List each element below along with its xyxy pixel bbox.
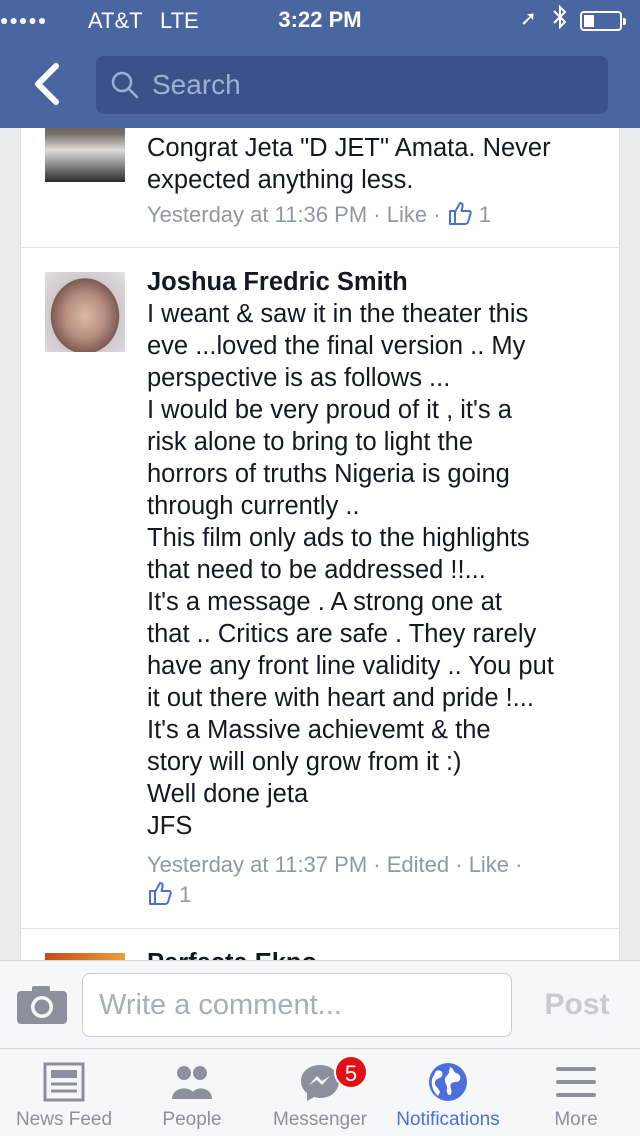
comment-composer: Post bbox=[0, 960, 640, 1048]
comment-text: Congrat Jeta "D JET" Amata. Never expect… bbox=[147, 134, 551, 194]
tab-label: Notifications bbox=[396, 1109, 500, 1130]
tab-bar: News Feed People 5 Messenger Notificatio… bbox=[0, 1048, 640, 1136]
news-feed-icon bbox=[43, 1062, 85, 1102]
camera-icon[interactable] bbox=[16, 985, 68, 1025]
search-icon bbox=[111, 71, 139, 99]
tab-messenger[interactable]: 5 Messenger bbox=[256, 1049, 384, 1136]
like-count: 1 bbox=[179, 882, 192, 907]
comment-line: have any front line validity .. You put bbox=[147, 652, 554, 680]
comment-timestamp[interactable]: Yesterday at 11:37 PM bbox=[147, 852, 367, 877]
comment-item: Joshua Fredric Smith I weant & saw it in… bbox=[21, 248, 619, 928]
status-bar: ●●●●● AT&T LTE 3:22 PM ➚ bbox=[0, 0, 640, 40]
comment-meta: Yesterday at 11:36 PM · Like · 1 bbox=[147, 202, 492, 227]
like-count: 1 bbox=[478, 202, 492, 227]
avatar[interactable] bbox=[45, 272, 125, 352]
top-header: ●●●●● AT&T LTE 3:22 PM ➚ bbox=[0, 0, 640, 128]
bluetooth-icon bbox=[552, 4, 568, 36]
people-icon bbox=[172, 1066, 212, 1099]
back-button[interactable] bbox=[28, 60, 68, 108]
comment-author[interactable]: Perfecta Ekpo bbox=[147, 947, 597, 960]
comment-line: that .. Critics are safe . They rarely bbox=[147, 620, 537, 648]
thumbs-up-icon bbox=[448, 202, 472, 225]
tab-label: More bbox=[554, 1109, 598, 1130]
comment-input[interactable] bbox=[82, 973, 512, 1037]
menu-icon bbox=[556, 1067, 596, 1097]
comment-line: it out there with heart and pride !... bbox=[147, 684, 534, 712]
battery-icon bbox=[580, 11, 626, 31]
comment-line: through currently .. bbox=[147, 492, 360, 520]
comment-line: I weant & saw it in the theater this bbox=[147, 300, 529, 328]
comment-author[interactable]: Joshua Fredric Smith bbox=[147, 266, 597, 298]
comment-line: JFS bbox=[147, 812, 193, 840]
comment-line: It's a message . A strong one at bbox=[147, 588, 502, 616]
location-arrow-icon: ➚ bbox=[520, 8, 537, 30]
chevron-left-icon bbox=[35, 63, 59, 105]
comment-line: risk alone to bring to light the bbox=[147, 428, 474, 456]
tab-notifications[interactable]: Notifications bbox=[384, 1049, 512, 1136]
comment-timestamp[interactable]: Yesterday at 11:36 PM bbox=[147, 202, 367, 227]
comment-body: Joshua Fredric Smith I weant & saw it in… bbox=[147, 266, 597, 842]
comment-item: Congrat Jeta "D JET" Amata. Never expect… bbox=[21, 128, 619, 248]
tab-label: People bbox=[162, 1109, 222, 1130]
tab-news-feed[interactable]: News Feed bbox=[0, 1049, 128, 1136]
comment-line: This film only ads to the highlights bbox=[147, 524, 530, 552]
tab-more[interactable]: More bbox=[512, 1049, 640, 1136]
clock: 3:22 PM bbox=[278, 7, 362, 32]
comment-line: story will only grow from it :) bbox=[147, 748, 462, 776]
like-link[interactable]: Like bbox=[469, 852, 509, 877]
thumbs-up-icon bbox=[149, 882, 172, 905]
search-input[interactable] bbox=[152, 64, 592, 106]
comment-line: horrors of truths Nigeria is going bbox=[147, 460, 510, 488]
comment-item: Perfecta Ekpo bbox=[21, 929, 619, 960]
like-link[interactable]: Like bbox=[387, 202, 427, 227]
comment-line: that need to be addressed !!... bbox=[147, 556, 486, 584]
avatar[interactable] bbox=[45, 128, 125, 182]
comment-line: eve ...loved the final version .. My bbox=[147, 332, 526, 360]
comments-list: Congrat Jeta "D JET" Amata. Never expect… bbox=[20, 128, 620, 960]
comment-meta: Yesterday at 11:37 PM · Edited · Like · … bbox=[147, 852, 523, 907]
notification-badge: 5 bbox=[334, 1055, 368, 1089]
comment-line: Well done jeta bbox=[147, 780, 309, 808]
globe-icon bbox=[429, 1063, 467, 1101]
tab-label: Messenger bbox=[273, 1109, 367, 1130]
comment-line: It's a Massive achievemt & the bbox=[147, 716, 491, 744]
search-bar[interactable] bbox=[96, 56, 608, 114]
edited-link[interactable]: Edited bbox=[387, 852, 449, 877]
comment-line: I would be very proud of it , it's a bbox=[147, 396, 512, 424]
tab-people[interactable]: People bbox=[128, 1049, 256, 1136]
comment-line: perspective is as follows ... bbox=[147, 364, 451, 392]
avatar[interactable] bbox=[45, 953, 125, 960]
post-button[interactable]: Post bbox=[530, 983, 624, 1027]
